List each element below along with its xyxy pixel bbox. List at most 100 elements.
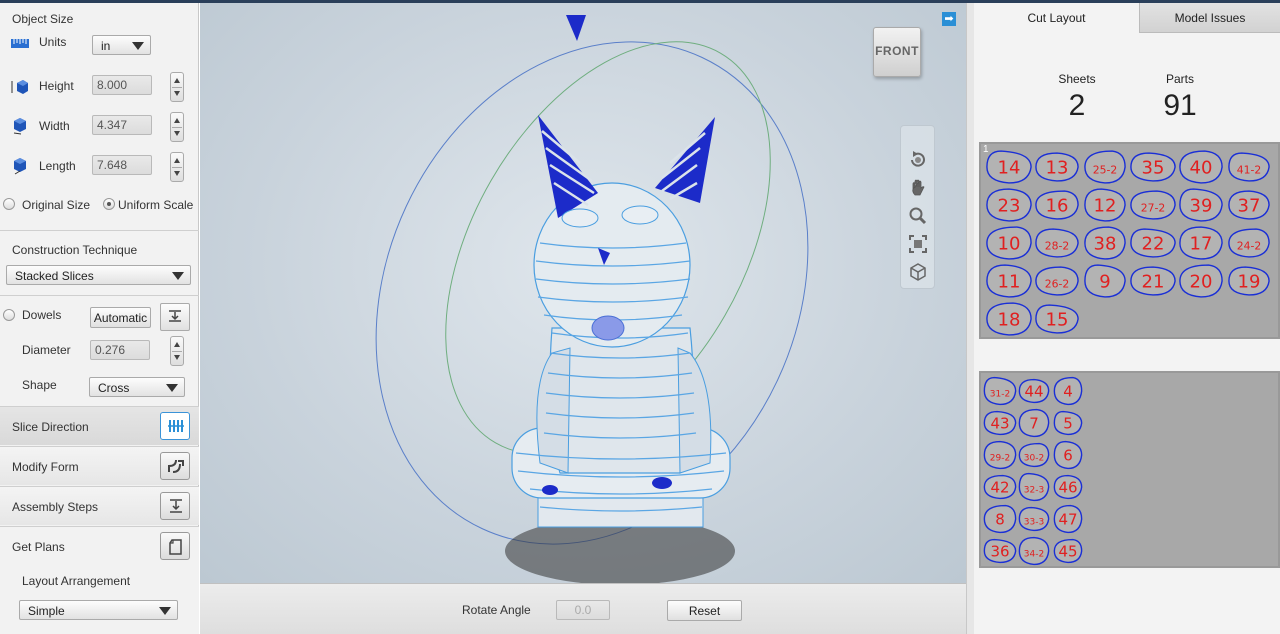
dowels-settings-button[interactable]: [160, 303, 190, 331]
modify-form-label: Modify Form: [12, 460, 79, 474]
tab-model-issues[interactable]: Model Issues: [1139, 3, 1280, 33]
left-panel: Object Size Units in Height 8.000 Width …: [0, 3, 199, 634]
width-cube-icon: [13, 118, 26, 135]
cut-part-label: 35: [1142, 157, 1165, 178]
construction-title: Construction Technique: [12, 243, 138, 257]
cut-part-label: 33-3: [1024, 517, 1044, 527]
cut-part-label: 41-2: [1237, 163, 1262, 176]
cut-part-label: 38: [1094, 233, 1117, 254]
dowels-radio[interactable]: [3, 309, 15, 321]
dowels-automatic-button[interactable]: Automatic: [90, 307, 151, 328]
view-cube-front[interactable]: FRONT: [873, 27, 921, 77]
3d-viewport[interactable]: ➡ FRONT: [200, 3, 966, 583]
bottom-bar: Rotate Angle 0.0 Reset: [200, 583, 966, 634]
cut-part-label: 30-2: [1024, 453, 1044, 463]
cut-part-label: 45: [1058, 542, 1077, 560]
width-stepper[interactable]: [170, 112, 184, 142]
get-plans-label: Get Plans: [12, 540, 65, 554]
cut-part-label: 14: [998, 157, 1021, 178]
cut-part-label: 8: [995, 510, 1005, 528]
cat-model: [511, 115, 731, 528]
pan-hand-icon[interactable]: [908, 178, 928, 198]
cut-part-label: 6: [1063, 446, 1073, 464]
cut-part-label: 47: [1058, 510, 1077, 528]
width-label: Width: [39, 119, 70, 133]
sheet-1-parts: 14 13 25-2 35 40 41-2 23 16 12 27-2 39 37 10 28-2 38 22…: [986, 150, 1270, 336]
cut-part-label: 29-2: [990, 453, 1010, 463]
parts-count: 91: [1163, 89, 1197, 122]
fit-view-icon[interactable]: [908, 234, 928, 254]
length-input[interactable]: 7.648: [92, 155, 152, 175]
assembly-steps-button[interactable]: [160, 492, 190, 520]
shape-dropdown[interactable]: Cross: [89, 377, 185, 397]
length-label: Length: [39, 159, 76, 173]
cut-part-label: 10: [998, 233, 1021, 254]
cut-part-label: 15: [1046, 309, 1069, 330]
diameter-label: Diameter: [22, 343, 71, 357]
layout-arrangement-label: Layout Arrangement: [22, 574, 131, 588]
panel-splitter[interactable]: [966, 3, 974, 634]
cut-part-label: 13: [1046, 157, 1069, 178]
layout-arrangement-dropdown[interactable]: Simple: [19, 600, 178, 620]
expand-panel-button[interactable]: ➡: [942, 12, 956, 26]
cut-sheet-1[interactable]: 1 14 13 25-2 35 40 41-2 23 16 12 27-2 39 37 10 28-2 38…: [979, 142, 1280, 339]
zoom-icon[interactable]: [908, 206, 928, 226]
cut-part-label: 9: [1099, 271, 1110, 292]
modify-form-icon: [168, 459, 184, 473]
cut-part-label: 39: [1190, 195, 1213, 216]
document-icon: [169, 539, 182, 555]
slices-icon: [168, 420, 184, 432]
width-input[interactable]: 4.347: [92, 115, 152, 135]
assembly-steps-section[interactable]: Assembly Steps: [0, 486, 199, 525]
dowels-label: Dowels: [22, 308, 62, 322]
height-label: Height: [39, 79, 74, 93]
home-cube-icon[interactable]: [908, 262, 928, 282]
cut-part-label: 12: [1094, 195, 1117, 216]
cut-part-label: 21: [1142, 271, 1165, 292]
height-stepper[interactable]: [170, 72, 184, 102]
length-stepper[interactable]: [170, 152, 184, 182]
chevron-down-icon: [172, 272, 184, 280]
orbit-icon[interactable]: [908, 150, 928, 170]
model-scene[interactable]: [200, 3, 966, 583]
object-size-title: Object Size: [12, 12, 74, 26]
construction-dropdown[interactable]: Stacked Slices: [6, 265, 191, 285]
tab-cut-layout[interactable]: Cut Layout: [974, 3, 1139, 33]
diameter-input[interactable]: 0.276: [90, 340, 150, 360]
sheets-count: 2: [1068, 89, 1086, 122]
cut-part-label: 44: [1024, 382, 1043, 400]
right-panel: Cut Layout Model Issues Sheets 2 Parts 9…: [974, 3, 1280, 634]
cut-part-label: 34-2: [1024, 549, 1044, 559]
slice-direction-section[interactable]: Slice Direction: [0, 406, 199, 445]
sheets-label: Sheets: [1058, 72, 1096, 86]
cut-part-label: 40: [1190, 157, 1213, 178]
slice-direction-button[interactable]: [160, 412, 190, 440]
height-input[interactable]: 8.000: [92, 75, 152, 95]
parts-label: Parts: [1165, 72, 1194, 86]
rotation-handle-icon: [566, 15, 586, 41]
ruler-icon: [11, 39, 29, 48]
rotate-angle-input[interactable]: 0.0: [556, 600, 610, 620]
cut-part-label: 32-3: [1024, 485, 1044, 495]
cut-part-label: 4: [1063, 382, 1073, 400]
modify-form-section[interactable]: Modify Form: [0, 446, 199, 485]
uniform-scale-radio[interactable]: [103, 198, 115, 210]
cut-sheet-2[interactable]: 31-2 44 4 43 7 5 29-2 30-2 6 42 32-3 46 8 33-3 47 36 34-…: [979, 371, 1280, 568]
diameter-stepper[interactable]: [170, 336, 184, 366]
cut-part-label: 19: [1238, 271, 1261, 292]
view-tools: [900, 125, 935, 289]
cut-part-label: 23: [998, 195, 1021, 216]
sheet-2-parts: 31-2 44 443 7 529-2 30-2 642 32-3 468 33-3 4736 34-…: [983, 376, 1083, 566]
original-size-radio[interactable]: [3, 198, 15, 210]
modify-form-button[interactable]: [160, 452, 190, 480]
cut-part-label: 11: [998, 271, 1021, 292]
cut-part-label: 27-2: [1141, 201, 1166, 214]
cut-part-label: 25-2: [1093, 163, 1118, 176]
reset-button[interactable]: Reset: [667, 600, 742, 621]
cut-part-label: 43: [990, 414, 1009, 432]
shape-value: Cross: [98, 381, 130, 395]
get-plans-button[interactable]: [160, 532, 190, 560]
units-dropdown[interactable]: in: [92, 35, 151, 55]
cut-part-label: 42: [990, 478, 1009, 496]
chevron-down-icon: [166, 384, 178, 392]
